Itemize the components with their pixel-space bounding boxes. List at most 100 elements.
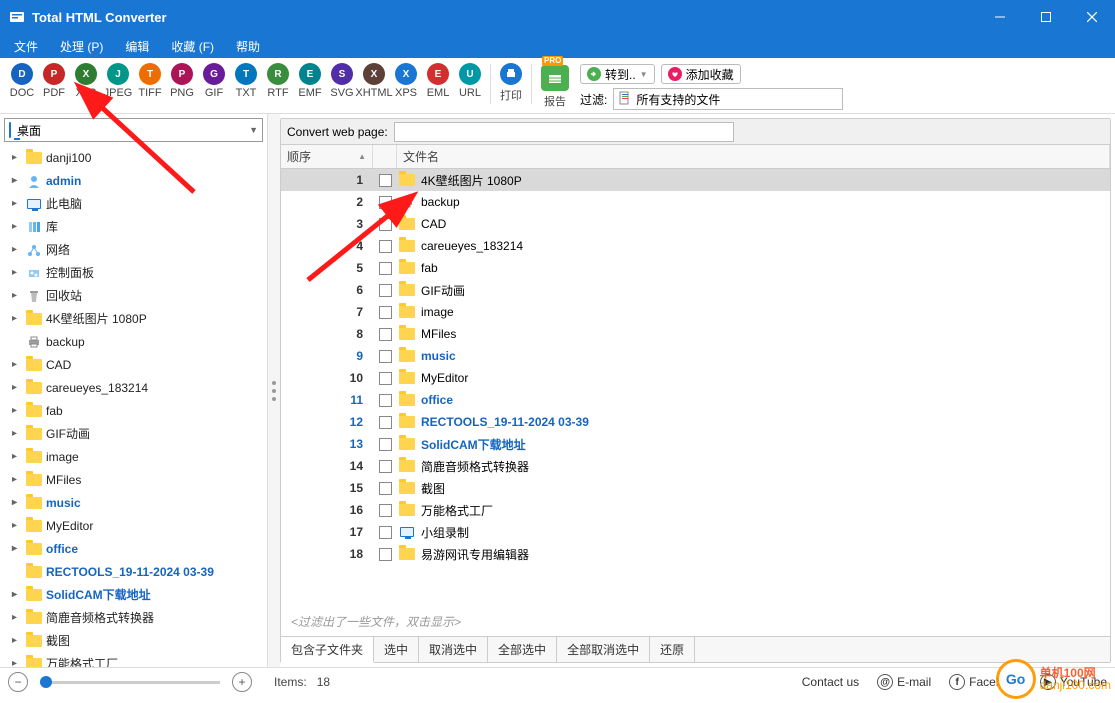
- file-row[interactable]: 12RECTOOLS_19-11-2024 03-39: [281, 411, 1110, 433]
- tree-node[interactable]: ▸fab: [12, 399, 267, 422]
- tree-node[interactable]: backup: [12, 330, 267, 353]
- row-checkbox[interactable]: [373, 526, 397, 539]
- convert-url-input[interactable]: [394, 122, 734, 142]
- sel-btn-5[interactable]: 还原: [650, 637, 695, 663]
- expand-icon[interactable]: ▸: [12, 658, 22, 667]
- expand-icon[interactable]: ▸: [12, 290, 22, 301]
- expand-icon[interactable]: ▸: [12, 175, 22, 186]
- minimize-button[interactable]: [977, 0, 1023, 34]
- row-checkbox[interactable]: [373, 482, 397, 495]
- format-url-button[interactable]: UURL: [454, 62, 486, 99]
- tree-node[interactable]: ▸admin: [12, 169, 267, 192]
- format-svg-button[interactable]: SSVG: [326, 62, 358, 99]
- file-row[interactable]: 13SolidCAM下载地址: [281, 433, 1110, 455]
- tree-node[interactable]: ▸careueyes_183214: [12, 376, 267, 399]
- zoom-out-button[interactable]: −: [8, 672, 28, 692]
- expand-icon[interactable]: ▸: [12, 267, 22, 278]
- tree-node[interactable]: ▸简鹿音频格式转换器: [12, 606, 267, 629]
- format-pdf-button[interactable]: PPDF: [38, 62, 70, 99]
- sel-btn-2[interactable]: 取消选中: [419, 637, 488, 663]
- column-order[interactable]: 顺序 ▲: [281, 145, 373, 168]
- file-row[interactable]: 17小组录制: [281, 521, 1110, 543]
- file-row[interactable]: 3CAD: [281, 213, 1110, 235]
- filter-hint[interactable]: <过滤出了一些文件，双击显示>: [281, 607, 1110, 636]
- tree-node[interactable]: ▸MFiles: [12, 468, 267, 491]
- row-checkbox[interactable]: [373, 438, 397, 451]
- row-checkbox[interactable]: [373, 262, 397, 275]
- expand-icon[interactable]: ▸: [12, 635, 22, 646]
- goto-button[interactable]: 转到.. ▼: [580, 64, 655, 84]
- file-row[interactable]: 10MyEditor: [281, 367, 1110, 389]
- tree-node[interactable]: ▸GIF动画: [12, 422, 267, 445]
- row-checkbox[interactable]: [373, 548, 397, 561]
- zoom-slider[interactable]: [40, 681, 220, 684]
- row-checkbox[interactable]: [373, 196, 397, 209]
- format-doc-button[interactable]: DDOC: [6, 62, 38, 99]
- row-checkbox[interactable]: [373, 416, 397, 429]
- row-checkbox[interactable]: [373, 372, 397, 385]
- tree-node[interactable]: ▸网络: [12, 238, 267, 261]
- file-row[interactable]: 14简鹿音频格式转换器: [281, 455, 1110, 477]
- expand-icon[interactable]: ▸: [12, 451, 22, 462]
- format-gif-button[interactable]: GGIF: [198, 62, 230, 99]
- menu-4[interactable]: 帮助: [232, 36, 264, 57]
- format-jpeg-button[interactable]: JJPEG: [102, 62, 134, 99]
- expand-icon[interactable]: ▸: [12, 474, 22, 485]
- expand-icon[interactable]: ▸: [12, 543, 22, 554]
- print-button[interactable]: 打印: [495, 62, 527, 103]
- expand-icon[interactable]: ▸: [12, 359, 22, 370]
- tree-node[interactable]: ▸4K壁纸图片 1080P: [12, 307, 267, 330]
- sel-btn-3[interactable]: 全部选中: [488, 637, 557, 663]
- contact-link[interactable]: Contact us: [802, 675, 859, 689]
- tree-node[interactable]: ▸office: [12, 537, 267, 560]
- expand-icon[interactable]: ▸: [12, 152, 22, 163]
- file-row[interactable]: 14K壁纸图片 1080P: [281, 169, 1110, 191]
- file-row[interactable]: 6GIF动画: [281, 279, 1110, 301]
- row-checkbox[interactable]: [373, 460, 397, 473]
- file-row[interactable]: 4careueyes_183214: [281, 235, 1110, 257]
- tree-node[interactable]: ▸danji100: [12, 146, 267, 169]
- format-eml-button[interactable]: EEML: [422, 62, 454, 99]
- file-row[interactable]: 2backup: [281, 191, 1110, 213]
- tree-node[interactable]: ▸截图: [12, 629, 267, 652]
- expand-icon[interactable]: ▸: [12, 198, 22, 209]
- tree-node[interactable]: ▸CAD: [12, 353, 267, 376]
- tree-node[interactable]: ▸MyEditor: [12, 514, 267, 537]
- row-checkbox[interactable]: [373, 174, 397, 187]
- file-row[interactable]: 5fab: [281, 257, 1110, 279]
- expand-icon[interactable]: ▸: [12, 428, 22, 439]
- file-row[interactable]: 7image: [281, 301, 1110, 323]
- row-checkbox[interactable]: [373, 306, 397, 319]
- tree-node[interactable]: RECTOOLS_19-11-2024 03-39: [12, 560, 267, 583]
- tree-node[interactable]: ▸万能格式工厂: [12, 652, 267, 667]
- tree-node[interactable]: ▸此电脑: [12, 192, 267, 215]
- format-txt-button[interactable]: TTXT: [230, 62, 262, 99]
- expand-icon[interactable]: ▸: [12, 221, 22, 232]
- file-row[interactable]: 9music: [281, 345, 1110, 367]
- expand-icon[interactable]: ▸: [12, 520, 22, 531]
- tree-node[interactable]: ▸回收站: [12, 284, 267, 307]
- format-rtf-button[interactable]: RRTF: [262, 62, 294, 99]
- menu-0[interactable]: 文件: [10, 36, 42, 57]
- file-row[interactable]: 11office: [281, 389, 1110, 411]
- menu-3[interactable]: 收藏 (F): [167, 36, 218, 57]
- tree-node[interactable]: ▸image: [12, 445, 267, 468]
- row-checkbox[interactable]: [373, 240, 397, 253]
- row-checkbox[interactable]: [373, 394, 397, 407]
- sel-btn-0[interactable]: 包含子文件夹: [281, 637, 374, 663]
- slider-thumb[interactable]: [40, 676, 52, 688]
- close-button[interactable]: [1069, 0, 1115, 34]
- sel-btn-1[interactable]: 选中: [374, 637, 419, 663]
- format-xls-button[interactable]: XXLS: [70, 62, 102, 99]
- expand-icon[interactable]: ▸: [12, 497, 22, 508]
- format-xhtml-button[interactable]: XXHTML: [358, 62, 390, 99]
- format-xps-button[interactable]: XXPS: [390, 62, 422, 99]
- tree-root[interactable]: 桌面 ▼: [4, 118, 263, 142]
- tree-node[interactable]: ▸SolidCAM下载地址: [12, 583, 267, 606]
- add-favorite-button[interactable]: 添加收藏: [661, 64, 741, 84]
- sel-btn-4[interactable]: 全部取消选中: [557, 637, 650, 663]
- splitter[interactable]: [268, 114, 280, 667]
- file-row[interactable]: 15截图: [281, 477, 1110, 499]
- row-checkbox[interactable]: [373, 328, 397, 341]
- menu-1[interactable]: 处理 (P): [56, 36, 107, 57]
